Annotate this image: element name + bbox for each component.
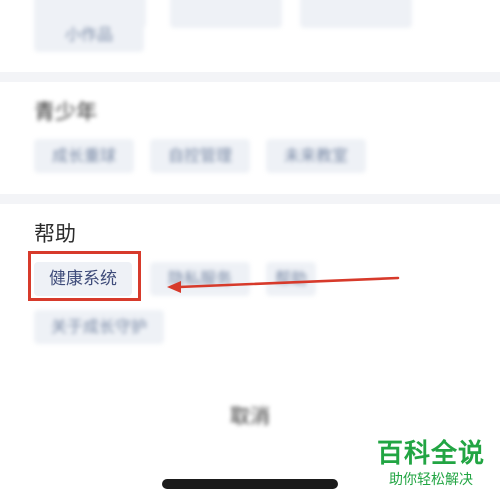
cancel-button[interactable]: 取消 — [210, 398, 290, 434]
chip-small-works[interactable]: 小作品 — [34, 18, 144, 52]
section-title-help: 帮助 — [34, 222, 76, 246]
section-divider — [0, 194, 500, 204]
chip-teen-3[interactable]: 未来教室 — [266, 139, 366, 173]
chip-teen-2[interactable]: 自控管理 — [150, 139, 250, 173]
section-divider — [0, 72, 500, 82]
home-indicator[interactable] — [162, 479, 338, 489]
chip-about-growth-guard[interactable]: 关于成长守护 — [34, 310, 164, 344]
arrow-left-icon — [167, 276, 400, 293]
chip-top-3[interactable] — [300, 0, 412, 28]
chip-top-2[interactable] — [170, 0, 282, 28]
section-title-teen: 青少年 — [34, 100, 97, 124]
share-sheet: 小作品 青少年 成长重球 自控管理 未来教室 帮助 健康系统 隐私服务 帮助 关… — [0, 0, 500, 500]
watermark-logo: 百科全说 助你轻松解决 — [372, 438, 490, 494]
watermark-title: 百科全说 — [376, 439, 485, 469]
watermark-subtitle: 助你轻松解决 — [389, 472, 473, 488]
chip-teen-1[interactable]: 成长重球 — [34, 139, 134, 173]
highlight-box — [28, 251, 141, 301]
